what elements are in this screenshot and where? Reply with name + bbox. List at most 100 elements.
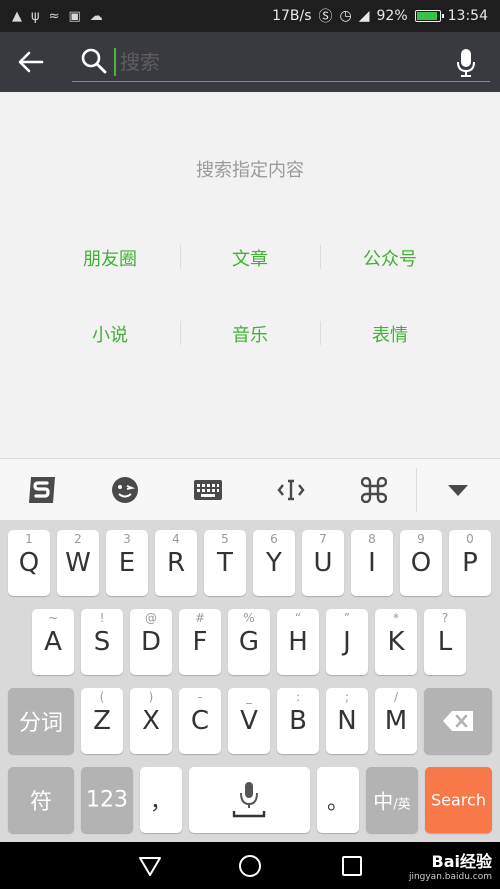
key-e[interactable]: 3 E bbox=[106, 530, 148, 596]
sogou-logo-icon bbox=[28, 476, 55, 503]
category-articles[interactable]: 文章 bbox=[180, 245, 320, 271]
signal-icon: ≈ bbox=[48, 8, 60, 24]
search-header bbox=[0, 32, 500, 92]
key-h[interactable]: “ H bbox=[277, 609, 319, 675]
period-key-label: 。 bbox=[326, 790, 349, 815]
key-x[interactable]: ) X bbox=[130, 688, 172, 754]
shield-icon: ▲ bbox=[12, 8, 22, 24]
chevron-down-icon bbox=[448, 484, 469, 496]
period-key[interactable]: 。 bbox=[317, 767, 359, 833]
key-b[interactable]: : B bbox=[277, 688, 319, 754]
key-k[interactable]: * K bbox=[375, 609, 417, 675]
microphone-icon bbox=[232, 782, 266, 818]
key-e-secondary: 3 bbox=[123, 532, 131, 546]
key-z-secondary: ( bbox=[99, 690, 105, 704]
home-nav-button[interactable] bbox=[236, 852, 264, 880]
emoji-icon bbox=[111, 476, 138, 503]
key-z[interactable]: ( Z bbox=[81, 688, 123, 754]
keyboard-switch-button[interactable] bbox=[166, 459, 249, 521]
language-switch-label: 中/英 bbox=[366, 786, 418, 815]
back-nav-button[interactable] bbox=[136, 852, 164, 880]
square-recents-icon bbox=[342, 856, 362, 876]
key-t-secondary: 5 bbox=[221, 532, 229, 546]
language-switch-key[interactable]: 中/英 bbox=[366, 767, 418, 833]
key-u[interactable]: 7 U bbox=[302, 530, 344, 596]
key-d-secondary: @ bbox=[145, 611, 157, 625]
key-d[interactable]: @ D bbox=[130, 609, 172, 675]
cursor-icon bbox=[277, 479, 305, 500]
key-f[interactable]: # F bbox=[179, 609, 221, 675]
voice-input-icon[interactable] bbox=[456, 48, 476, 78]
hide-keyboard-button[interactable] bbox=[417, 459, 500, 521]
key-m[interactable]: / M bbox=[375, 688, 417, 754]
back-button[interactable] bbox=[14, 46, 48, 78]
category-moments[interactable]: 朋友圈 bbox=[40, 245, 180, 271]
key-o-label: O bbox=[410, 548, 432, 578]
key-w[interactable]: 2 W bbox=[57, 530, 99, 596]
key-q-secondary: 1 bbox=[25, 532, 33, 546]
key-p[interactable]: 0 P bbox=[449, 530, 491, 596]
key-c[interactable]: - C bbox=[179, 688, 221, 754]
keyboard-icon bbox=[193, 479, 222, 500]
watermark-brand: Bai bbox=[431, 852, 460, 871]
key-x-secondary: ) bbox=[148, 690, 154, 704]
key-y[interactable]: 6 Y bbox=[253, 530, 295, 596]
key-z-label: Z bbox=[93, 706, 111, 736]
key-n-secondary: ; bbox=[344, 690, 350, 704]
category-stickers[interactable]: 表情 bbox=[320, 321, 460, 347]
emoji-button[interactable] bbox=[83, 459, 166, 521]
key-r-label: R bbox=[166, 548, 186, 578]
comma-key-label: ， bbox=[149, 790, 172, 815]
cloud-icon: ☁ bbox=[89, 8, 103, 24]
symbols-key[interactable]: 符 bbox=[8, 767, 74, 833]
key-s[interactable]: ! S bbox=[81, 609, 123, 675]
key-n-label: N bbox=[337, 706, 357, 736]
key-b-secondary: : bbox=[295, 690, 301, 704]
category-row: 朋友圈 文章 公众号 bbox=[40, 220, 460, 296]
key-a[interactable]: ~ A bbox=[32, 609, 74, 675]
category-grid: 朋友圈 文章 公众号 小说 音乐 表情 bbox=[40, 220, 460, 372]
key-i[interactable]: 8 I bbox=[351, 530, 393, 596]
search-key[interactable]: Search bbox=[425, 767, 492, 833]
numbers-key-label: 123 bbox=[86, 787, 128, 813]
space-key[interactable] bbox=[189, 767, 310, 833]
key-t[interactable]: 5 T bbox=[204, 530, 246, 596]
cursor-edit-button[interactable] bbox=[250, 459, 333, 521]
key-v[interactable]: _ V bbox=[228, 688, 270, 754]
sogou-logo-button[interactable] bbox=[0, 459, 83, 521]
key-f-label: F bbox=[192, 627, 208, 657]
category-row: 小说 音乐 表情 bbox=[40, 296, 460, 372]
clock: 13:54 bbox=[447, 8, 488, 24]
segment-key[interactable]: 分词 bbox=[8, 688, 74, 754]
search-suggestions-panel: 搜索指定内容 朋友圈 文章 公众号 小说 音乐 表情 bbox=[0, 92, 500, 458]
key-i-label: I bbox=[368, 548, 376, 578]
search-input[interactable] bbox=[114, 48, 444, 76]
key-f-secondary: # bbox=[194, 611, 206, 625]
key-n[interactable]: ; N bbox=[326, 688, 368, 754]
key-o[interactable]: 9 O bbox=[400, 530, 442, 596]
key-w-secondary: 2 bbox=[74, 532, 82, 546]
status-bar: ▲ ψ ≈ ▣ ☁ 17B/s Ⓢ ◷ ◢ 92% 13:54 bbox=[0, 0, 500, 32]
command-button[interactable] bbox=[333, 459, 416, 521]
key-q[interactable]: 1 Q bbox=[8, 530, 50, 596]
cell-signal-icon: ◢ bbox=[358, 8, 370, 24]
category-novels[interactable]: 小说 bbox=[40, 321, 180, 347]
key-j-label: J bbox=[343, 627, 351, 657]
key-l[interactable]: ? L bbox=[424, 609, 466, 675]
search-hint: 搜索指定内容 bbox=[196, 160, 304, 181]
watermark-brand-suffix: 经验 bbox=[459, 852, 492, 871]
search-field[interactable] bbox=[72, 44, 490, 82]
key-r[interactable]: 4 R bbox=[155, 530, 197, 596]
backspace-key[interactable] bbox=[424, 688, 492, 754]
key-g[interactable]: % G bbox=[228, 609, 270, 675]
category-music[interactable]: 音乐 bbox=[180, 321, 320, 347]
nfc-icon: Ⓢ bbox=[318, 9, 333, 25]
comma-key[interactable]: ， bbox=[140, 767, 182, 833]
numbers-key[interactable]: 123 bbox=[81, 767, 133, 833]
recents-nav-button[interactable] bbox=[338, 852, 366, 880]
key-g-label: G bbox=[238, 627, 260, 657]
category-official-accounts[interactable]: 公众号 bbox=[320, 245, 460, 271]
key-j[interactable]: ” J bbox=[326, 609, 368, 675]
status-right: 17B/s Ⓢ ◷ ◢ 92% 13:54 bbox=[272, 6, 488, 26]
search-icon bbox=[81, 48, 107, 74]
